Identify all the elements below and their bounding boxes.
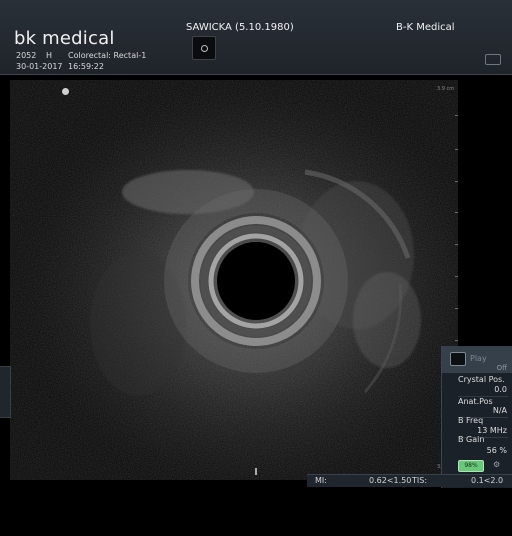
exam-letter: H [46, 51, 53, 60]
top-header: bk medical 2052 H Colorectal: Rectal-1 3… [0, 0, 512, 75]
play-value: Off [496, 364, 507, 372]
b-freq-label: B Freq [458, 416, 484, 425]
anat-pos-value: N/A [492, 406, 507, 415]
gain-badge[interactable]: 98% [458, 460, 484, 472]
mi-value: 0.62<1.50 [369, 476, 412, 485]
brand-logo: bk medical [14, 28, 115, 49]
mi-label: MI: [315, 476, 327, 485]
anat-pos-label: Anat.Pos [458, 397, 493, 406]
depth-tick [455, 244, 458, 245]
depth-label-top: 3.9 cm [437, 86, 455, 92]
exam-code: 2052 [16, 51, 37, 60]
depth-tick [455, 115, 458, 116]
depth-tick [455, 181, 458, 182]
orientation-dot [62, 88, 69, 95]
tis-label: TIS: [412, 476, 428, 485]
b-gain-label: B Gain [458, 435, 485, 444]
crystal-pos-label: Crystal Pos. [458, 375, 505, 384]
exam-type: Colorectal: Rectal-1 [68, 51, 147, 60]
b-gain-value: 56 % [486, 446, 507, 455]
panel-header[interactable]: Play Off [442, 346, 512, 373]
b-freq-value: 13 MHz [477, 426, 507, 435]
window-icon[interactable] [485, 54, 501, 65]
depth-tick [455, 340, 458, 341]
exam-time: 16:59:22 [68, 62, 104, 71]
exam-date: 30-01-2017 [16, 62, 63, 71]
depth-tick [455, 149, 458, 150]
settings-panel: Play Off Crystal Pos. 0.0 Anat.Pos N/A B… [441, 346, 512, 488]
side-tab[interactable] [0, 366, 11, 418]
depth-tick [455, 308, 458, 309]
status-bar: MI: 0.62<1.50 TIS: 0.1<2.0 [307, 474, 512, 487]
clinic-name: B-K Medical [396, 22, 455, 33]
depth-tick [455, 276, 458, 277]
tis-value: 0.1<2.0 [471, 476, 504, 485]
play-label[interactable]: Play [470, 354, 487, 363]
probe-icon[interactable] [192, 36, 216, 60]
patient-name: SAWICKA (5.10.1980) [186, 22, 294, 33]
settings-icon[interactable]: ⚙ [493, 460, 503, 470]
ultrasound-image [10, 80, 458, 480]
crystal-pos-value: 0.0 [494, 385, 507, 394]
center-marker [255, 468, 257, 475]
cine-icon[interactable] [450, 352, 466, 366]
depth-tick [455, 212, 458, 213]
